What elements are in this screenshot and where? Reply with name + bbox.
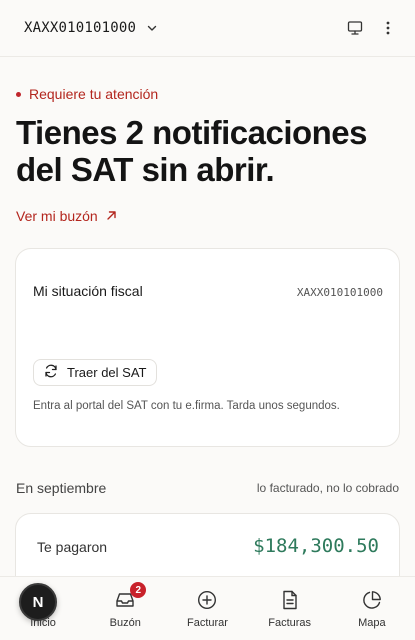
alert-dot-icon xyxy=(16,91,21,97)
user-avatar[interactable]: N xyxy=(19,583,57,621)
fiscal-status-card: Mi situación fiscal XAXX010101000 Traer … xyxy=(15,248,400,447)
attention-label: Requiere tu atención xyxy=(16,86,399,102)
plus-circle-icon xyxy=(196,589,218,611)
file-text-icon xyxy=(279,589,301,611)
sat-alert: Requiere tu atención Tienes 2 notificaci… xyxy=(16,86,399,226)
fetch-from-sat-label: Traer del SAT xyxy=(67,365,147,380)
month-note: lo facturado, no lo cobrado xyxy=(256,481,399,495)
paid-amount: $184,300.50 xyxy=(253,535,379,557)
nav-item-buzon[interactable]: 2 Buzón xyxy=(84,577,166,629)
top-bar: XAXX010101000 xyxy=(0,0,415,57)
buzon-badge: 2 xyxy=(130,582,147,598)
month-label: En septiembre xyxy=(16,480,107,496)
fetch-from-sat-button[interactable]: Traer del SAT xyxy=(33,359,158,386)
nav-label: Facturar xyxy=(186,617,228,629)
month-summary-header: En septiembre lo facturado, no lo cobrad… xyxy=(16,480,399,496)
nav-label: Buzón xyxy=(109,617,141,629)
rfc-selector-value: XAXX010101000 xyxy=(24,20,137,36)
fiscal-card-title: Mi situación fiscal xyxy=(33,283,143,299)
attention-text: Requiere tu atención xyxy=(29,86,159,102)
mailbox-link[interactable]: Ver mi buzón xyxy=(16,208,117,224)
alert-headline: Tienes 2 notificaciones del SAT sin abri… xyxy=(16,114,368,188)
nav-label: Mapa xyxy=(358,617,386,629)
monitor-icon[interactable] xyxy=(347,20,363,36)
chevron-down-icon xyxy=(146,22,158,34)
mailbox-link-label: Ver mi buzón xyxy=(16,208,98,224)
rfc-selector[interactable]: XAXX010101000 xyxy=(24,20,158,36)
paid-label: Te pagaron xyxy=(37,539,108,555)
bottom-nav: Inicio 2 Buzón Facturar Facturas Mapa xyxy=(0,576,415,640)
more-vertical-icon[interactable] xyxy=(385,20,391,36)
inbox-icon: 2 xyxy=(114,582,147,611)
nav-label: Facturas xyxy=(268,617,312,629)
nav-item-mapa[interactable]: Mapa xyxy=(331,577,413,629)
fiscal-card-rfc: XAXX010101000 xyxy=(296,286,383,299)
nav-item-facturas[interactable]: Facturas xyxy=(249,577,331,629)
fiscal-card-helper: Entra al portal del SAT con tu e.firma. … xyxy=(33,400,340,412)
arrow-up-right-icon xyxy=(106,208,117,224)
nav-item-facturar[interactable]: Facturar xyxy=(166,577,248,629)
pie-chart-icon xyxy=(361,589,383,611)
refresh-icon xyxy=(44,364,58,381)
